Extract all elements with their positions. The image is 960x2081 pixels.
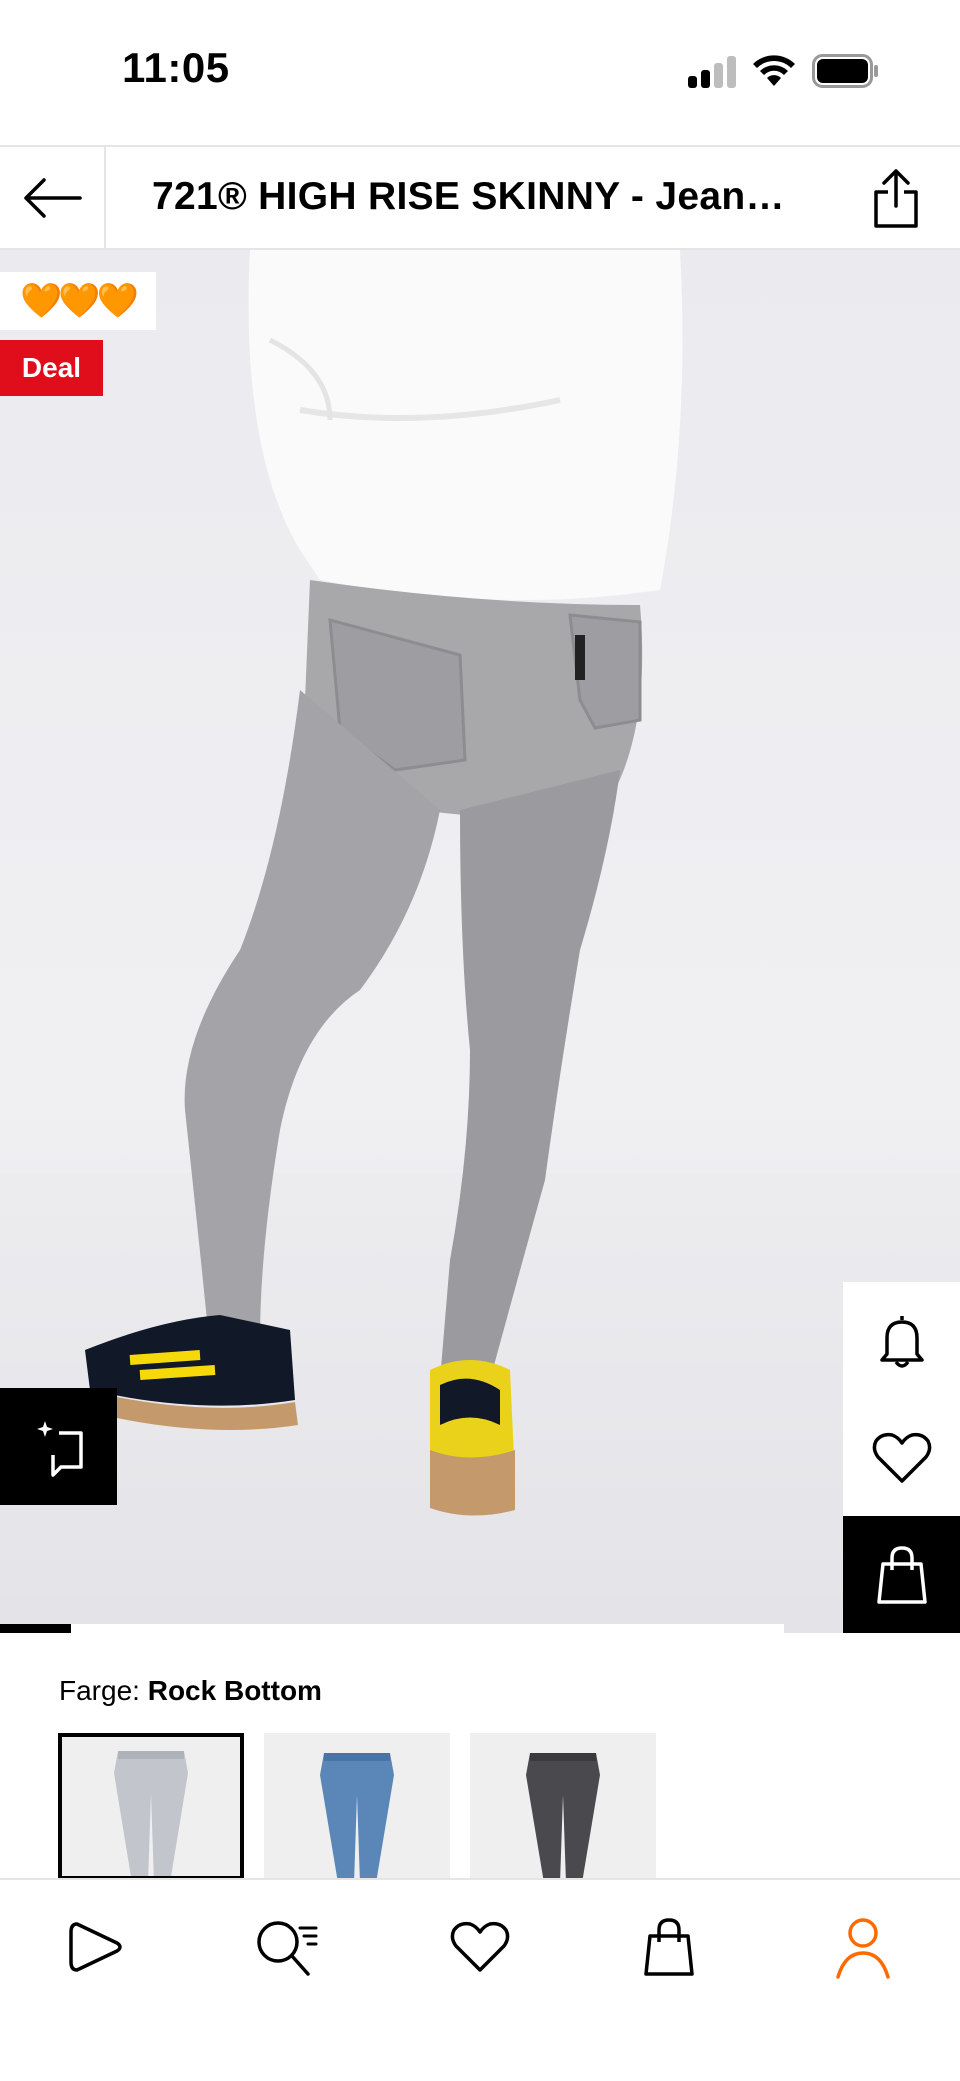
gallery-progress-fill [0,1624,71,1633]
share-icon [874,169,918,228]
heart-icon [450,1921,510,1972]
status-time: 11:05 [122,44,230,91]
rating-hearts-badge: 🧡🧡🧡 [0,272,156,330]
gallery-progress-track [0,1624,784,1633]
color-label: Farge: Rock Bottom [59,1675,322,1707]
bottom-navigation [0,1878,960,2081]
selected-color-name: Rock Bottom [147,1675,322,1706]
product-image[interactable]: 🧡🧡🧡 Deal [0,250,960,1633]
try-on-icon [36,1420,83,1477]
nav-bag[interactable] [634,1912,704,1982]
status-bar: 11:05 [0,0,960,145]
color-swatch-dark-grey[interactable] [470,1733,656,1880]
notify-button[interactable] [843,1282,960,1399]
color-selector: Farge: Rock Bottom [0,1633,960,1880]
wifi-icon [753,55,795,86]
nav-search[interactable] [252,1912,322,1982]
page-title: 721® HIGH RISE SKINNY - Jeans Skinny Fit [152,175,802,218]
swatch-jeans-image [320,1753,394,1880]
nav-profile[interactable] [828,1912,898,1982]
profile-icon [836,1918,890,1979]
color-label-prefix: Farge: [59,1675,140,1706]
deal-badge: Deal [0,340,103,396]
swatch-jeans-image [114,1751,188,1876]
color-swatch-blue[interactable] [264,1733,450,1880]
heart-icon [872,1432,931,1483]
bell-icon [879,1315,924,1368]
add-to-bag-button[interactable] [843,1516,960,1633]
wishlist-button[interactable] [843,1399,960,1516]
shopping-bag-icon [644,1918,694,1976]
shopping-bag-icon [876,1545,927,1604]
battery-icon [812,54,878,88]
try-on-button[interactable] [0,1388,117,1505]
share-button[interactable] [866,167,926,231]
product-photo [82,250,683,1516]
color-swatch-rock-bottom[interactable] [58,1733,244,1880]
color-swatches [58,1733,656,1880]
product-header: 721® HIGH RISE SKINNY - Jeans Skinny Fit [0,145,960,250]
nav-discover[interactable] [62,1912,132,1982]
swatch-jeans-image [526,1753,600,1880]
play-icon [69,1922,122,1972]
side-actions [843,1282,960,1633]
cellular-signal-icon [688,56,738,88]
nav-wishlist[interactable] [445,1912,515,1982]
back-button[interactable] [0,147,106,248]
search-icon [257,1921,318,1976]
arrow-left-icon [24,177,82,218]
